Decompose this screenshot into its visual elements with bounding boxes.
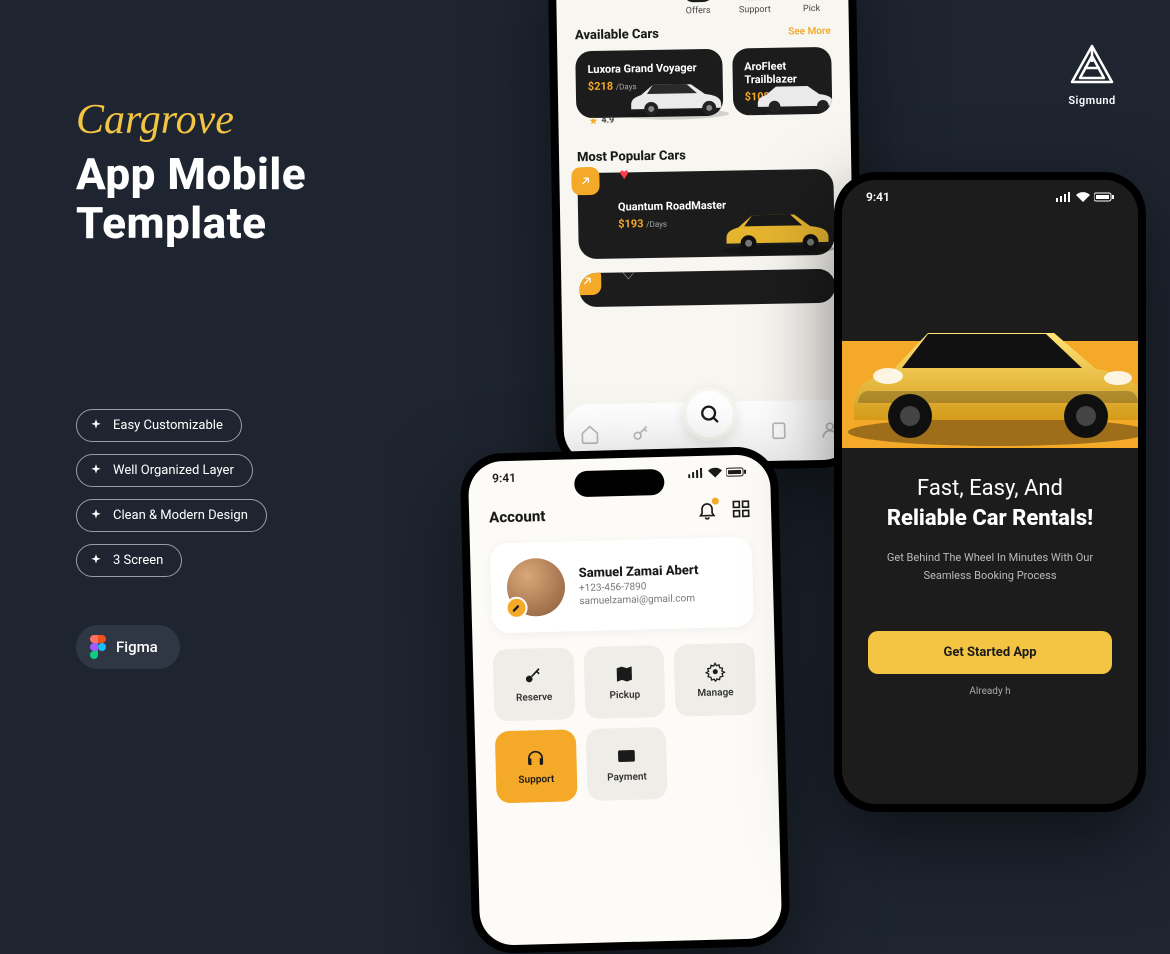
sparkle-icon: [89, 508, 103, 522]
popular-card[interactable]: ♥ Quantum RoadMaster $193 /Days: [577, 169, 834, 259]
profile-email: samuelzamai@gmail.com: [579, 593, 699, 607]
page-title: Account: [489, 507, 546, 526]
avatar: [506, 558, 565, 617]
car-price: $193 /Days: [618, 216, 726, 231]
heart-icon[interactable]: ♥: [619, 165, 629, 185]
arrow-icon[interactable]: [571, 167, 599, 195]
car-rating: 4.9: [588, 116, 614, 126]
feature-pill: Easy Customizable: [76, 409, 242, 442]
card-icon: [616, 745, 637, 766]
section-title: Available Cars: [575, 27, 659, 43]
hero-image: [842, 180, 1138, 448]
signal-icon: [1056, 192, 1072, 202]
logo-mark: [1068, 44, 1116, 86]
tile-reserve[interactable]: Reserve: [493, 647, 576, 721]
car-card[interactable]: Luxora Grand Voyager $218 /Days 4.9: [575, 49, 723, 119]
status-icons: [1056, 190, 1114, 204]
headphones-icon: [739, 0, 770, 1]
popular-card[interactable]: ♡: [579, 269, 836, 307]
battery-icon: [726, 467, 746, 478]
map-icon: [614, 663, 635, 684]
key-icon: [523, 666, 544, 687]
feature-pill: Clean & Modern Design: [76, 499, 267, 532]
hero-title: App MobileTemplate: [76, 150, 436, 249]
key-icon[interactable]: [631, 423, 651, 443]
sparkle-icon: [89, 553, 103, 567]
tile-manage[interactable]: Manage: [674, 643, 757, 717]
sparkle-icon: [89, 463, 103, 477]
feature-pill: Well Organized Layer: [76, 454, 253, 487]
brand-name: Cargrove: [76, 96, 436, 144]
bookmark-icon[interactable]: [768, 421, 788, 441]
home-icon[interactable]: [580, 424, 600, 444]
phone-account: 9:41 Account: [460, 446, 791, 954]
status-icons: [688, 465, 746, 481]
headphones-icon: [526, 748, 547, 769]
category-item[interactable]: Rent: [638, 0, 657, 17]
gear-icon: [705, 661, 726, 682]
onboarding-headline: Fast, Easy, AndReliable Car Rentals!: [868, 474, 1112, 533]
tile-pickup[interactable]: Pickup: [583, 645, 666, 719]
phone-browse: Location Rent Offers Support Pick Availa…: [547, 0, 864, 473]
signal-icon: [688, 468, 704, 478]
get-started-button[interactable]: Get Started App: [868, 631, 1112, 674]
already-text: Already h: [842, 686, 1138, 697]
wifi-icon: [708, 467, 722, 477]
category-item[interactable]: Offers: [682, 0, 713, 16]
car-illustration: [616, 70, 737, 122]
category-item[interactable]: Location: [578, 0, 614, 18]
see-more-link[interactable]: See More: [788, 26, 831, 38]
logo-text: Sigmund: [1068, 94, 1116, 107]
tile-grid: Reserve Pickup Manage Support Payment: [493, 643, 759, 804]
onboarding-sub: Get Behind The Wheel In Minutes With Our…: [868, 549, 1112, 584]
car-illustration: [712, 199, 843, 257]
arrow-icon[interactable]: [579, 269, 601, 296]
edit-icon[interactable]: [505, 597, 528, 620]
figma-icon: [90, 635, 106, 659]
section-title: Most Popular Cars: [577, 149, 686, 166]
wifi-icon: [1076, 192, 1090, 202]
car-card[interactable]: AroFleet Trailblazer $108 /Days 4.5: [732, 47, 833, 116]
tag-icon: [682, 0, 713, 2]
car-name: Quantum RoadMaster: [618, 199, 726, 214]
category-row: Location Rent Offers Support Pick: [574, 0, 831, 18]
battery-icon: [1094, 192, 1114, 202]
tool-pill: Figma: [76, 625, 180, 669]
feature-pill: 3 Screen: [76, 544, 182, 577]
phone-onboarding: 9:41: [834, 172, 1146, 812]
profile-name: Samuel Zamai Abert: [578, 563, 698, 581]
category-item[interactable]: Pick: [796, 0, 827, 14]
status-time: 9:41: [866, 190, 890, 204]
profile-phone: +123-456-7890: [579, 580, 699, 594]
search-button[interactable]: [682, 387, 737, 442]
sparkle-icon: [89, 418, 103, 432]
bell-icon[interactable]: [697, 500, 718, 525]
dynamic-island: [574, 469, 665, 497]
car-illustration: [746, 72, 833, 116]
tool-label: Figma: [116, 638, 158, 656]
status-time: 9:41: [492, 471, 516, 486]
logo: Sigmund: [1068, 44, 1116, 107]
category-item[interactable]: Support: [738, 0, 771, 15]
tile-support[interactable]: Support: [495, 729, 578, 803]
profile-card[interactable]: Samuel Zamai Abert +123-456-7890 samuelz…: [490, 537, 754, 634]
feature-list: Easy Customizable Well Organized Layer C…: [76, 409, 436, 589]
tile-payment[interactable]: Payment: [585, 727, 668, 801]
grid-icon[interactable]: [731, 499, 752, 520]
